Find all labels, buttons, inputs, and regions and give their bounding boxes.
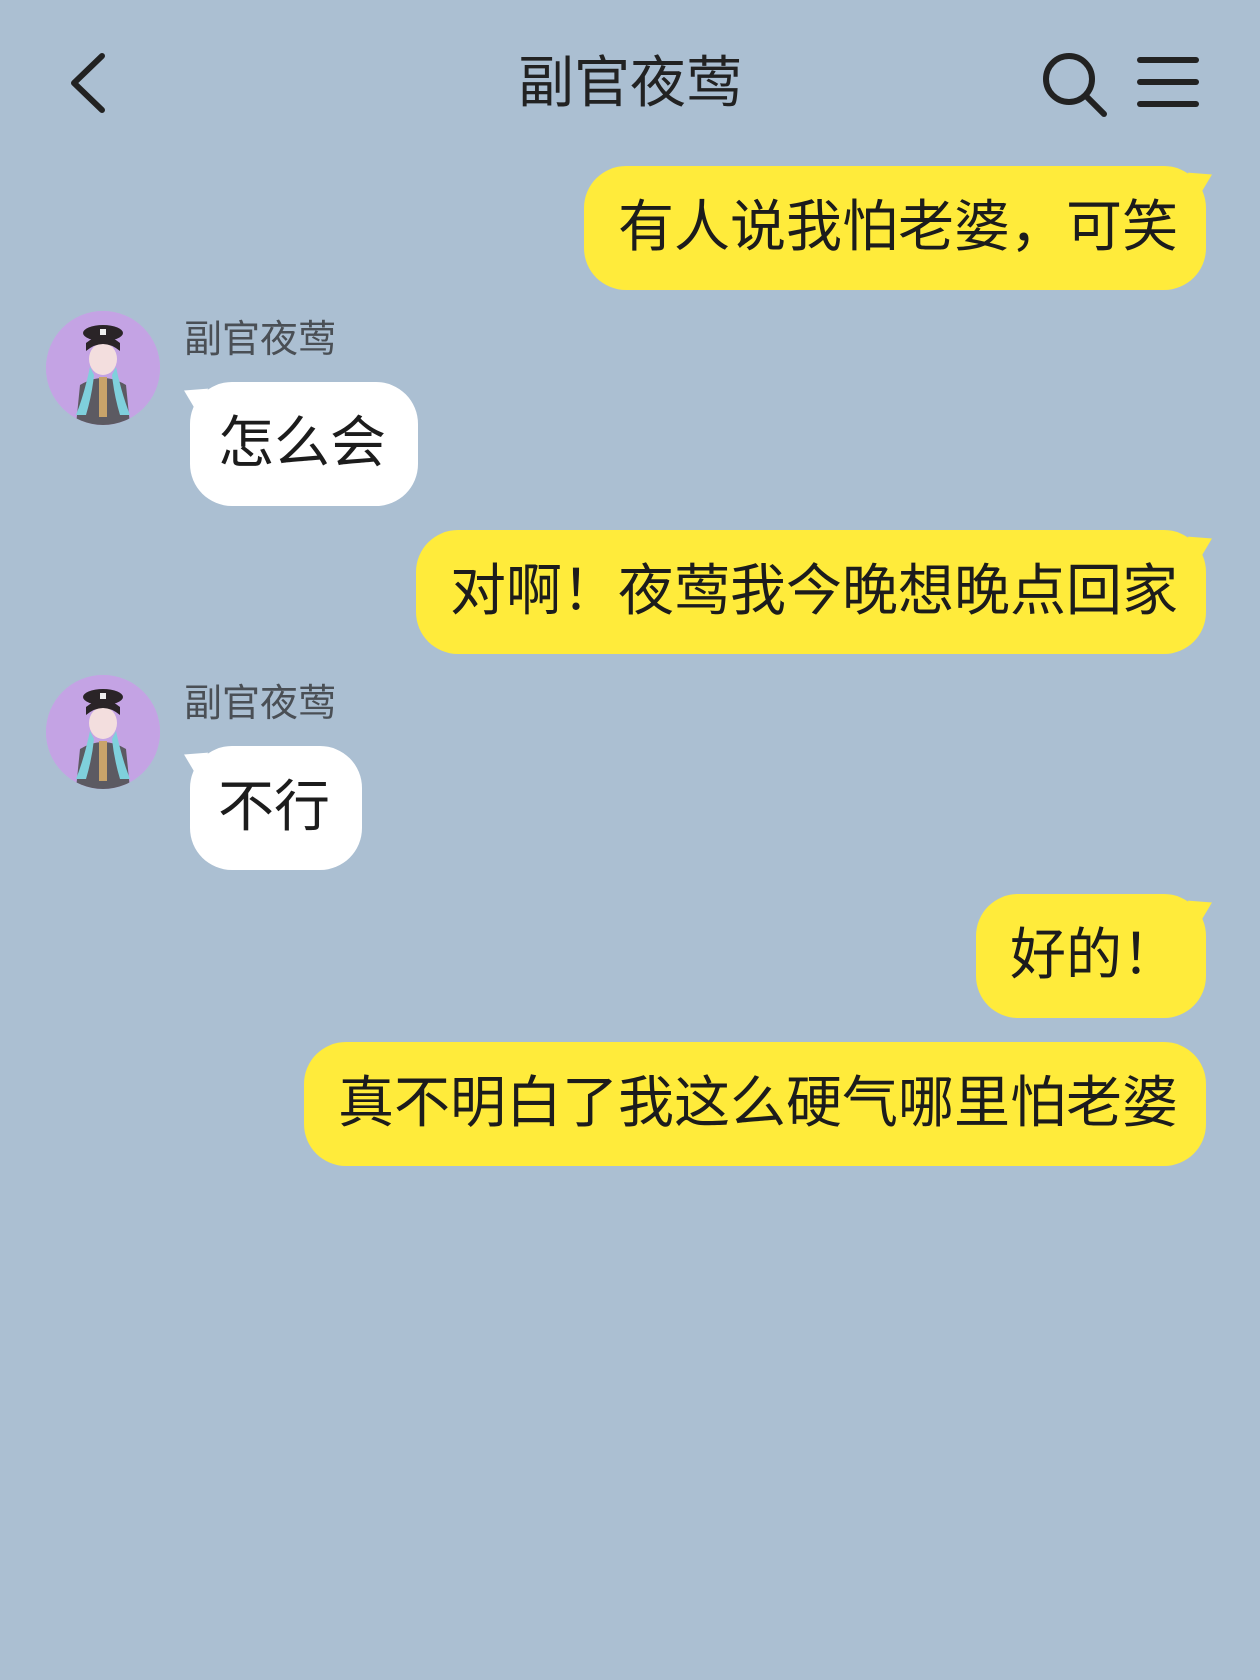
sent-message-bubble[interactable]: 对啊！夜莺我今晚想晚点回家 [416, 530, 1206, 654]
menu-icon [1137, 57, 1199, 107]
contact-avatar[interactable] [46, 675, 160, 789]
character-avatar-icon [46, 311, 160, 425]
search-icon [1043, 53, 1107, 117]
received-message-bubble[interactable]: 不行 [190, 746, 362, 870]
received-message-bubble[interactable]: 怎么会 [190, 382, 418, 506]
sender-name: 副官夜莺 [184, 681, 337, 725]
menu-button[interactable] [1136, 52, 1200, 112]
sent-message-bubble[interactable]: 好的！ [976, 894, 1206, 1018]
sent-message-bubble[interactable]: 真不明白了我这么硬气哪里怕老婆 [304, 1042, 1206, 1166]
search-button[interactable] [1040, 50, 1110, 120]
character-avatar-icon [46, 675, 160, 789]
sent-message-bubble[interactable]: 有人说我怕老婆，可笑 [584, 166, 1206, 290]
sender-name: 副官夜莺 [184, 317, 337, 361]
chat-header: 副官夜莺 [0, 0, 1260, 160]
contact-avatar[interactable] [46, 311, 160, 425]
